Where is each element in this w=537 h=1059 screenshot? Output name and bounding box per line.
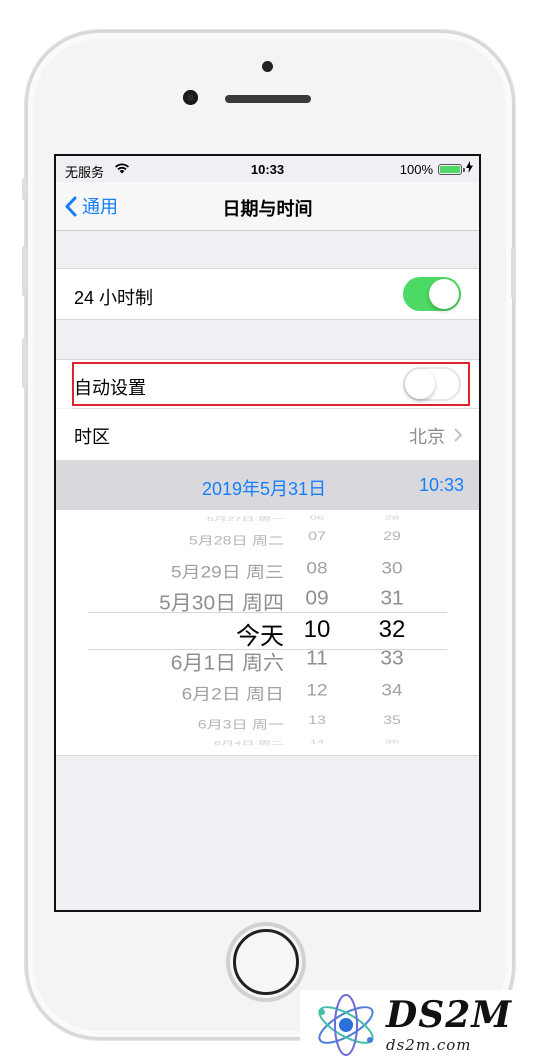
- front-camera: [183, 90, 198, 105]
- picker-date: 今天: [236, 622, 284, 650]
- picker-minute: 28: [384, 514, 400, 522]
- selected-date: 2019年5月31日: [202, 479, 327, 499]
- home-button[interactable]: [229, 925, 303, 999]
- section-divider: [56, 319, 479, 320]
- picker-hour: 12: [306, 681, 328, 700]
- watermark-logo: DS2M ds2m.com: [300, 990, 537, 1059]
- picker-date: 5月27日 周一: [206, 515, 284, 523]
- picker-minute: 33: [380, 648, 404, 670]
- picker-minute: 36: [384, 738, 400, 746]
- picker-row[interactable]: 5月28日 周二 07 29: [56, 531, 479, 548]
- picker-row[interactable]: 5月29日 周三 08 30: [56, 559, 479, 581]
- picker-row[interactable]: 今天 10 32: [56, 615, 479, 650]
- phone-screen: 无服务 10:33 100% 通用 日期与时间 24 小时制 自动设置 时区 北…: [54, 154, 481, 912]
- picker-date: 6月4日 周二: [213, 739, 284, 747]
- timezone-value: 北京: [409, 427, 445, 447]
- selected-time: 10:33: [418, 475, 464, 495]
- hour24-row[interactable]: 24 小时制: [56, 269, 479, 319]
- picker-date: 5月29日 周三: [171, 563, 284, 582]
- navigation-bar: 通用 日期与时间: [56, 182, 479, 231]
- earpiece-speaker: [225, 95, 311, 103]
- watermark-brand: DS2M: [386, 994, 513, 1036]
- chevron-right-icon: [454, 428, 462, 442]
- highlight-box: [72, 362, 470, 406]
- datetime-picker[interactable]: 5月27日 周一 06 28 5月28日 周二 07 29 5月29日 周三 08 30 5月30…: [56, 510, 479, 756]
- picker-row[interactable]: 5月27日 周一 06 28: [56, 514, 479, 523]
- picker-hour: 11: [306, 648, 328, 670]
- status-bar: 无服务 10:33 100%: [56, 156, 479, 182]
- picker-hour: 09: [305, 588, 329, 610]
- picker-date: 6月1日 周六: [170, 652, 284, 675]
- picker-date: 6月2日 周日: [181, 685, 284, 704]
- picker-hour: 08: [306, 559, 328, 578]
- picker-minute: 29: [383, 531, 401, 544]
- selected-datetime-bar[interactable]: 2019年5月31日 10:33: [56, 460, 479, 510]
- picker-hour: 14: [309, 738, 325, 746]
- picker-minute: 31: [380, 588, 404, 610]
- picker-row[interactable]: 6月3日 周一 13 35: [56, 715, 479, 732]
- charging-icon: [466, 161, 473, 176]
- picker-date: 5月28日 周二: [188, 535, 284, 548]
- timezone-label: 时区: [74, 427, 110, 447]
- picker-date: 6月3日 周一: [197, 719, 284, 732]
- page-title: 日期与时间: [222, 199, 313, 219]
- battery-icon: [438, 164, 465, 175]
- proximity-sensor: [262, 61, 273, 72]
- picker-row[interactable]: 6月1日 周六 11 33: [56, 648, 479, 675]
- volume-down-button: [22, 338, 27, 388]
- power-button: [511, 248, 516, 298]
- picker-hour: 07: [308, 531, 326, 544]
- atom-logo-icon: [318, 994, 374, 1056]
- hour24-toggle[interactable]: [403, 277, 461, 311]
- picker-row[interactable]: 5月30日 周四 09 31: [56, 588, 479, 615]
- volume-up-button: [22, 246, 27, 296]
- picker-row[interactable]: 6月2日 周日 12 34: [56, 681, 479, 703]
- battery-percent: 100%: [399, 162, 433, 177]
- picker-date: 5月30日 周四: [159, 592, 284, 615]
- mute-switch: [22, 178, 27, 200]
- timezone-row[interactable]: 时区 北京: [56, 409, 479, 460]
- picker-hour: 13: [308, 715, 326, 728]
- picker-minute: 30: [381, 559, 403, 578]
- picker-minute: 34: [381, 681, 403, 700]
- watermark-site: ds2m.com: [386, 1036, 472, 1054]
- picker-hour: 10: [303, 615, 331, 643]
- picker-minute: 32: [378, 615, 406, 643]
- picker-minute: 35: [383, 715, 401, 728]
- hour24-label: 24 小时制: [74, 288, 154, 308]
- picker-hour: 06: [309, 514, 325, 522]
- picker-row[interactable]: 6月4日 周二 14 36: [56, 738, 479, 747]
